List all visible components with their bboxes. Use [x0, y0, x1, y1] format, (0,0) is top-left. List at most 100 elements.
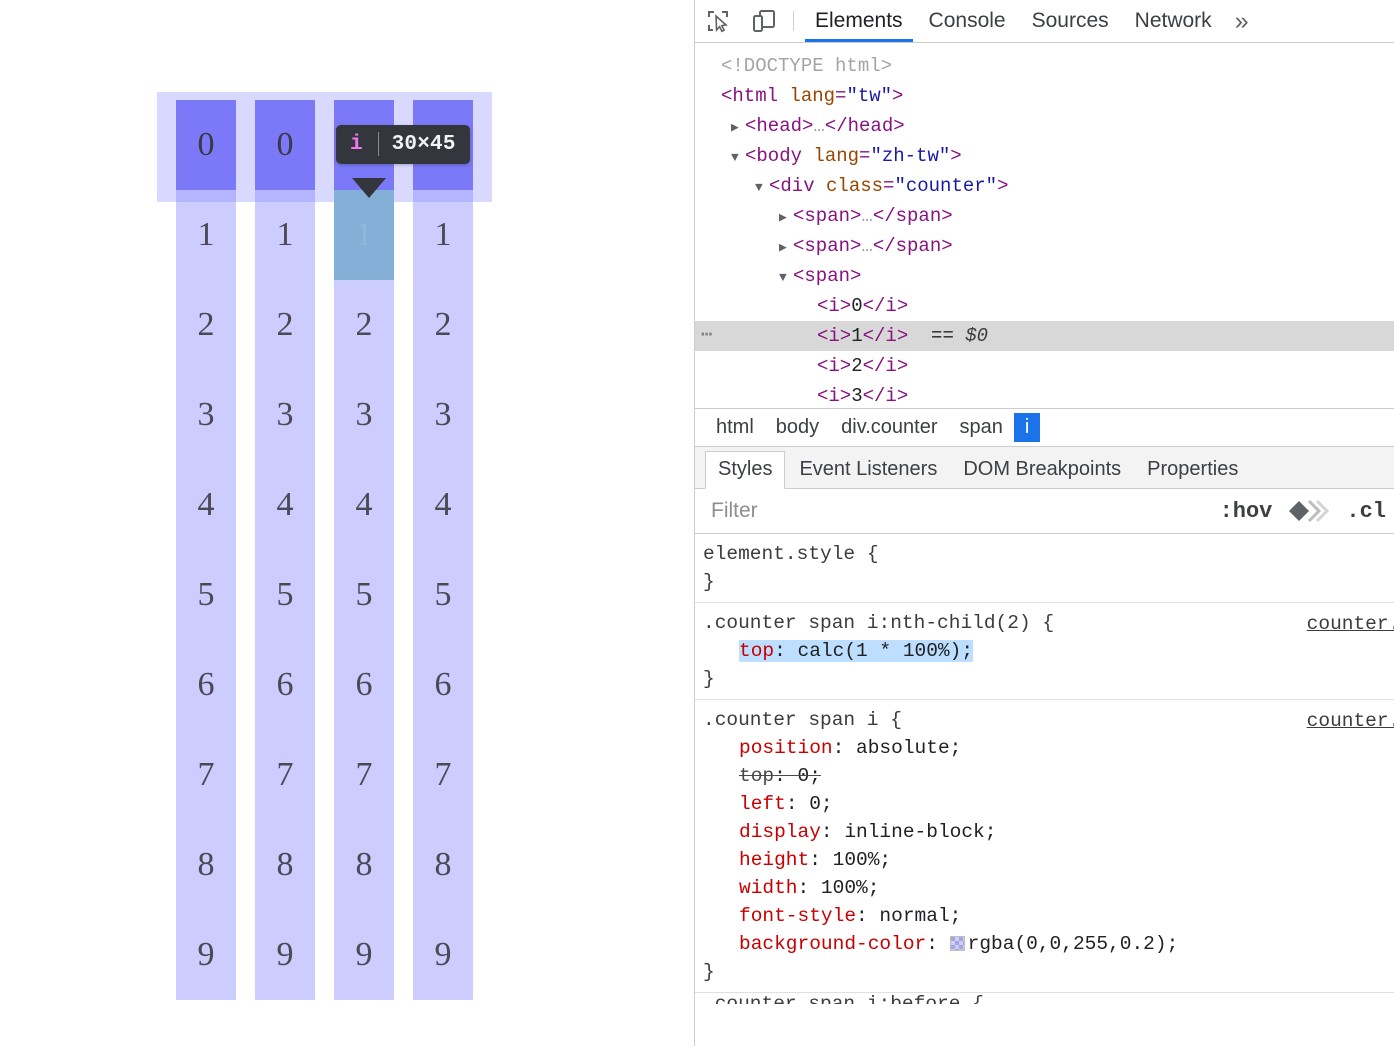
css-declaration[interactable]: width: 100%; [703, 877, 879, 899]
counter-digit: 9 [197, 936, 215, 973]
sidebar-tab-dom-breakpoints[interactable]: DOM Breakpoints [951, 452, 1133, 488]
sidebar-tab-event-listeners[interactable]: Event Listeners [787, 452, 949, 488]
counter-digit: 4 [434, 486, 452, 523]
more-tabs-button[interactable]: » [1225, 0, 1259, 42]
counter-digit: 1 [276, 216, 294, 253]
dom-node[interactable]: <html lang="tw"> [695, 81, 1394, 111]
disclosure-triangle-icon[interactable] [803, 383, 817, 408]
css-rules-pane: element.style {} .counter span i:nth-chil… [695, 534, 1394, 1004]
css-declaration[interactable]: font-style: normal; [703, 905, 961, 927]
css-declaration[interactable]: left: 0; [703, 793, 833, 815]
css-rule[interactable]: .counter span i:nth-child(2) { counter.c t… [695, 603, 1394, 700]
disclosure-triangle-icon[interactable] [779, 203, 793, 233]
hov-button[interactable]: :hov [1212, 499, 1281, 524]
tab-sources[interactable]: Sources [1019, 0, 1122, 42]
counter-digit: 6 [197, 666, 215, 703]
disclosure-triangle-icon[interactable] [707, 53, 721, 83]
counter-column: 0123456789 [176, 100, 236, 1000]
dom-node-selected[interactable]: ⋯ <i>1</i> == $0 [695, 321, 1394, 351]
disclosure-triangle-icon[interactable] [755, 173, 769, 203]
counter-column: 0123456789 [413, 100, 473, 1000]
counter-digit: 7 [355, 756, 373, 793]
dom-tree[interactable]: <!DOCTYPE html><html lang="tw"><head>…</… [695, 43, 1394, 408]
dom-node[interactable]: <div class="counter"> [695, 171, 1394, 201]
css-origin-link[interactable]: counter.c [1307, 707, 1394, 735]
disclosure-triangle-icon[interactable] [803, 293, 817, 323]
disclosure-triangle-icon[interactable] [779, 233, 793, 263]
counter-digit: 2 [276, 306, 294, 343]
devtools-panel: Elements Console Sources Network » <!DOCTYP… [694, 0, 1394, 1046]
css-selector[interactable]: .counter span i { [703, 709, 902, 731]
dom-node[interactable]: <!DOCTYPE html> [695, 51, 1394, 81]
selected-cell-digit: 1 [355, 216, 373, 253]
counter-digit: 6 [434, 666, 452, 703]
css-rule-clipped[interactable]: .counter span i:before { [703, 990, 1393, 1004]
counter-digit: 2 [434, 306, 452, 343]
breadcrumb: html body div.counter span i [695, 408, 1394, 446]
dom-node[interactable]: <span>…</span> [695, 201, 1394, 231]
css-declaration[interactable]: height: 100%; [703, 849, 891, 871]
breadcrumb-item-div-counter[interactable]: div.counter [830, 414, 948, 441]
dom-node[interactable]: <i>0</i> [695, 291, 1394, 321]
counter-digit: 8 [197, 846, 215, 883]
counter-digit: 2 [355, 306, 373, 343]
counter-digit: 3 [197, 396, 215, 433]
node-ellipsis-icon[interactable]: ⋯ [701, 320, 713, 350]
counter-digit: 8 [434, 846, 452, 883]
dom-node[interactable]: <i>2</i> [695, 351, 1394, 381]
tooltip-separator [377, 132, 379, 156]
dom-node[interactable]: <span> [695, 261, 1394, 291]
dom-node[interactable]: <head>…</head> [695, 111, 1394, 141]
color-swatch[interactable] [949, 936, 965, 951]
tab-elements[interactable]: Elements [802, 0, 916, 42]
cls-button[interactable]: .cl [1338, 499, 1394, 524]
disclosure-triangle-icon[interactable] [731, 113, 745, 143]
counter-digit: 5 [197, 576, 215, 613]
breadcrumb-item-span[interactable]: span [949, 414, 1014, 441]
disclosure-triangle-icon[interactable] [707, 83, 721, 113]
disclosure-triangle-icon[interactable] [803, 323, 817, 353]
devtools-toolbar: Elements Console Sources Network » [695, 0, 1394, 43]
counter-digit: 8 [276, 846, 294, 883]
inspect-cursor-icon[interactable] [695, 0, 741, 42]
tab-network[interactable]: Network [1122, 0, 1225, 42]
counter-digit: 9 [355, 936, 373, 973]
css-origin-link[interactable]: counter.c [1307, 610, 1394, 638]
counter-digit: 2 [197, 306, 215, 343]
inspect-tooltip: i 30×45 [336, 125, 470, 164]
breadcrumb-item-body[interactable]: body [765, 414, 830, 441]
disclosure-triangle-icon[interactable] [803, 353, 817, 383]
counter-digit: 6 [276, 666, 294, 703]
color-diamond-icon[interactable] [1280, 498, 1338, 524]
selected-element-highlight: 1 [334, 190, 394, 280]
css-declaration[interactable]: display: inline-block; [703, 821, 996, 843]
counter-widget: 0123456789012345678901234567890123456789 [176, 100, 473, 1000]
device-toolbar-icon[interactable] [741, 0, 787, 42]
tab-console[interactable]: Console [916, 0, 1019, 42]
css-declaration[interactable]: top: calc(1 * 100%); [703, 640, 974, 662]
css-selector[interactable]: .counter span i:nth-child(2) { [703, 612, 1054, 634]
css-selector[interactable]: element.style { [703, 543, 879, 565]
counter-digit: 7 [276, 756, 294, 793]
dom-node[interactable]: <span>…</span> [695, 231, 1394, 261]
counter-digit: 3 [355, 396, 373, 433]
breadcrumb-item-html[interactable]: html [705, 414, 765, 441]
sidebar-tab-styles[interactable]: Styles [705, 451, 786, 489]
counter-digit: 4 [355, 486, 373, 523]
css-declaration[interactable]: background-color: rgba(0,0,255,0.2); [703, 933, 1178, 955]
app-root: 0123456789012345678901234567890123456789… [0, 0, 1394, 1046]
css-declaration[interactable]: top: 0; [703, 765, 821, 787]
styles-filter-input[interactable] [709, 498, 1212, 524]
counter-digit: 0 [197, 126, 215, 163]
counter-digit: 9 [276, 936, 294, 973]
dom-node[interactable]: <i>3</i> [695, 381, 1394, 408]
css-rule[interactable]: element.style {} [695, 534, 1394, 603]
sidebar-tab-properties[interactable]: Properties [1135, 452, 1250, 488]
disclosure-triangle-icon[interactable] [779, 263, 793, 293]
breadcrumb-item-i[interactable]: i [1013, 413, 1041, 442]
disclosure-triangle-icon[interactable] [731, 143, 745, 173]
counter-digit: 5 [355, 576, 373, 613]
css-rule[interactable]: .counter span i { counter.c position: abso… [695, 700, 1394, 993]
css-declaration[interactable]: position: absolute; [703, 737, 961, 759]
dom-node[interactable]: <body lang="zh-tw"> [695, 141, 1394, 171]
